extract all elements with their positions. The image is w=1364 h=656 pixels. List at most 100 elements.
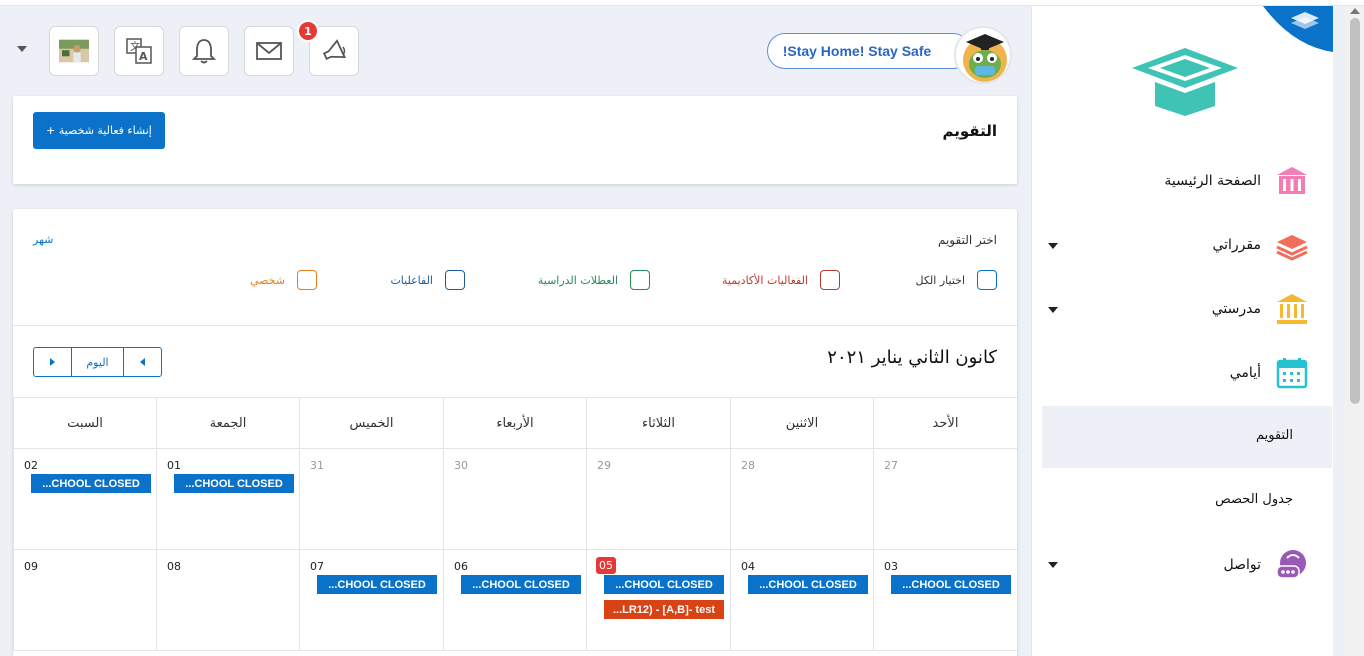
filter-label: اختيار الكل [915,273,965,287]
weekday-header: الثلاثاء [586,397,730,449]
day-number: 02 [24,459,38,472]
user-avatar-button[interactable] [49,26,99,76]
main-content: 文 A 1 !Stay Home! Stay Safe التقويم + إن… [0,6,1031,656]
filter-label: الفعاليات الأكاديمية [722,273,808,287]
calendar-event[interactable]: ...CHOOL CLOSED [461,575,581,594]
bell-icon [191,39,217,64]
filter-checkbox[interactable] [820,270,840,290]
sidebar-item-label: الصفحة الرئيسية [1164,173,1261,189]
day-cell[interactable]: 07 ...CHOOL CLOSED [299,550,443,651]
filter-checkbox[interactable] [977,270,997,290]
envelope-icon [256,42,282,60]
filter-label: العطلات الدراسية [537,273,618,287]
day-number: 29 [597,459,611,472]
today-day-number: 05 [596,557,616,574]
today-button[interactable]: اليوم [71,348,124,376]
filter-activities[interactable]: الفاعليات [390,270,465,290]
communication-expand-caret-icon[interactable] [1048,562,1058,568]
arrow-left-icon [140,358,145,366]
calendar-event[interactable]: ...CHOOL CLOSED [748,575,868,594]
notifications-button[interactable] [179,26,229,76]
sidebar-item-my-school[interactable]: مدرستي [1212,289,1309,329]
calendar-event[interactable]: ...CHOOL CLOSED [174,474,294,493]
day-cell[interactable]: 04 ...CHOOL CLOSED [730,550,873,651]
filter-checkbox[interactable] [445,270,465,290]
month-view-link[interactable]: شهر [33,233,53,246]
page-title: التقويم [942,122,998,140]
calendar-event-test[interactable]: ...LR12) - [A,B]- test [604,600,724,619]
weekday-header: الخميس [299,397,443,449]
day-cell[interactable]: 03 ...CHOOL CLOSED [873,550,1017,651]
filter-select-all[interactable]: اختيار الكل [916,270,997,290]
calendar-card: اختر التقويم شهر اختيار الكل الفعاليات ا… [13,209,1017,656]
weekday-header: السبت [13,397,156,449]
calendar-navigation: اليوم [33,347,162,377]
mascot-icon [963,34,1007,82]
page-header-card: التقويم + إنشاء فعالية شخصية [13,96,1017,184]
month-title: كانون الثاني يناير ٢٠٢١ [827,347,997,368]
books-stack-icon [1276,235,1308,261]
weekday-header: الاثنين [730,397,873,449]
calendar-event[interactable]: ...CHOOL CLOSED [317,575,437,594]
day-cell[interactable]: 06 ...CHOOL CLOSED [443,550,586,651]
messages-button[interactable] [244,26,294,76]
day-cell[interactable]: 08 [156,550,299,651]
day-cell[interactable]: 01 ...CHOOL CLOSED [156,449,299,550]
arrow-right-icon [50,358,55,366]
filter-checkbox[interactable] [630,270,650,290]
weekday-header: الأربعاء [443,397,586,449]
weekday-header: الجمعة [156,397,299,449]
user-menu-caret-icon[interactable] [17,46,27,52]
sidebar-subitem-calendar[interactable]: التقويم [1256,428,1293,443]
day-cell[interactable]: 02 ...CHOOL CLOSED [13,449,156,550]
calendar-event[interactable]: ...CHOOL CLOSED [891,575,1011,594]
create-personal-event-button[interactable]: + إنشاء فعالية شخصية [33,112,165,149]
school-building-icon [1277,167,1307,194]
institution-icon [1277,294,1307,324]
day-cell[interactable]: 09 [13,550,156,651]
day-number: 28 [741,459,755,472]
language-button[interactable]: 文 A [114,26,164,76]
calendar-event[interactable]: ...CHOOL CLOSED [604,575,724,594]
calendar-filter-label: اختر التقويم [937,233,997,247]
stay-home-banner[interactable]: !Stay Home! Stay Safe [767,33,971,69]
calendar-event[interactable]: ...CHOOL CLOSED [31,474,151,493]
sidebar-item-my-days[interactable]: أيامي [1230,353,1309,393]
filter-checkbox[interactable] [297,270,317,290]
day-cell[interactable]: 29 [586,449,730,550]
scroll-up-arrow-icon[interactable] [1350,8,1360,14]
day-cell[interactable]: 28 [730,449,873,550]
sidebar-item-home[interactable]: الصفحة الرئيسية [1164,161,1309,201]
day-cell[interactable]: 31 [299,449,443,550]
filter-academic-events[interactable]: الفعاليات الأكاديمية [722,270,840,290]
avatar-icon [59,39,89,63]
filter-label: شخصي [249,273,285,287]
translate-icon: 文 A [126,38,152,64]
courses-expand-caret-icon[interactable] [1048,243,1058,249]
filter-personal[interactable]: شخصي [250,270,317,290]
weekday-header: الأحد [873,397,1017,449]
chat-bubble-icon [1276,550,1306,579]
prev-month-button[interactable] [124,348,161,376]
filter-label: الفاعليات [390,273,433,287]
calendar-icon [1276,358,1308,389]
svg-text:A: A [139,50,148,63]
day-cell-today[interactable]: 05 ...CHOOL CLOSED ...LR12) - [A,B]- tes… [586,550,730,651]
sidebar-item-label: أيامي [1229,365,1261,381]
school-logo-icon [1132,48,1238,116]
page-scrollbar[interactable] [1346,6,1364,656]
notification-count-badge: 1 [297,20,319,42]
my-school-expand-caret-icon[interactable] [1048,307,1058,313]
filter-school-holidays[interactable]: العطلات الدراسية [538,270,650,290]
sidebar-item-courses[interactable]: مقرراتي [1212,225,1309,265]
next-month-button[interactable] [34,348,71,376]
sidebar-item-communication[interactable]: تواصل [1223,545,1309,585]
scrollbar-thumb[interactable] [1350,18,1360,404]
day-cell[interactable]: 27 [873,449,1017,550]
sidebar-item-label: مدرستي [1211,301,1261,317]
day-cell[interactable]: 30 [443,449,586,550]
day-number: 01 [167,459,181,472]
sidebar-subitem-timetable[interactable]: جدول الحصص [1215,492,1293,507]
megaphone-icon [322,39,347,61]
day-number: 30 [454,459,468,472]
